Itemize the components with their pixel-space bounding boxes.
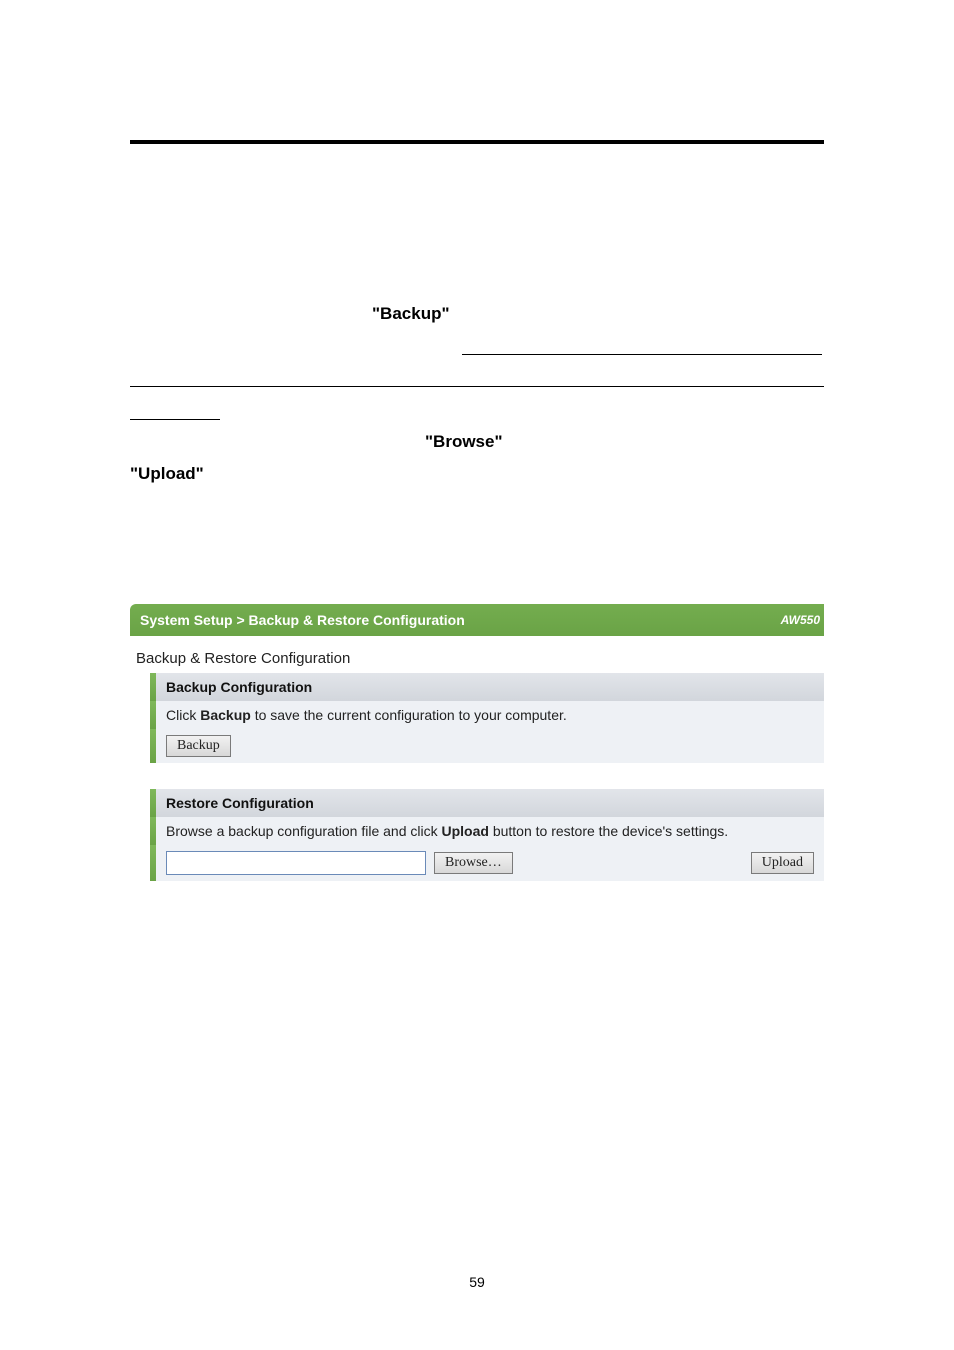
fieldset-legend: Backup & Restore Configuration — [136, 650, 824, 667]
config-panel: System Setup > Backup & Restore Configur… — [130, 604, 824, 881]
restore-desc: Browse a backup configuration file and c… — [156, 817, 824, 845]
upload-button[interactable]: Upload — [751, 852, 814, 874]
page-number: 59 — [0, 1274, 954, 1290]
backup-table: Backup Configuration Click Backup to sav… — [150, 673, 824, 763]
file-path-input[interactable] — [166, 851, 426, 875]
breadcrumb-text: System Setup > Backup & Restore Configur… — [140, 612, 465, 628]
bold-backup: "Backup" — [372, 304, 450, 324]
top-rule — [130, 140, 824, 144]
restore-table: Restore Configuration Browse a backup co… — [150, 789, 824, 881]
backup-button[interactable]: Backup — [166, 735, 231, 757]
restore-header: Restore Configuration — [156, 789, 824, 817]
underline-2 — [130, 386, 824, 387]
underline-1 — [462, 354, 822, 355]
browse-button[interactable]: Browse… — [434, 852, 513, 874]
backup-header: Backup Configuration — [156, 673, 824, 701]
bold-upload: "Upload" — [130, 464, 204, 484]
model-label: AW550 — [781, 613, 820, 627]
bold-browse: "Browse" — [425, 432, 503, 452]
breadcrumb: System Setup > Backup & Restore Configur… — [130, 604, 824, 636]
backup-desc: Click Backup to save the current configu… — [156, 701, 824, 729]
underline-3 — [130, 419, 220, 420]
